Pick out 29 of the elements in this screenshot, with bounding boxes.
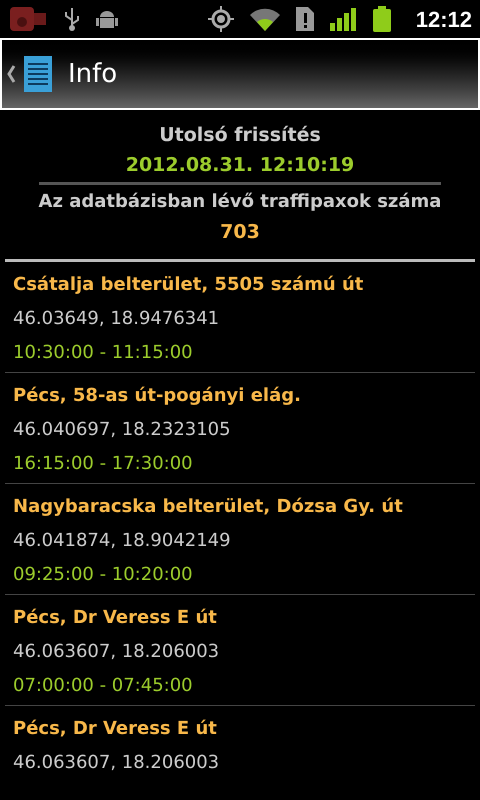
- camera-icon: [8, 5, 48, 33]
- coordinates: 46.040697, 18.2323105: [13, 418, 232, 442]
- count-value: 703: [220, 220, 260, 245]
- back-chevron-icon[interactable]: [6, 64, 16, 84]
- place-name: Pécs, 58-as út-pogányi elág.: [13, 384, 302, 408]
- time-range: 16:15:00 - 17:30:00: [13, 452, 194, 476]
- place-name: Pécs, Dr Veress E út: [13, 606, 218, 630]
- count-label: Az adatbázisban lévő traffipaxok száma: [38, 190, 442, 214]
- usb-icon: [64, 6, 80, 32]
- place-name: Pécs, Dr Veress E út: [13, 717, 218, 741]
- wifi-icon: [250, 7, 280, 31]
- sim-alert-icon: [296, 7, 314, 31]
- time-range: 10:30:00 - 11:15:00: [13, 341, 194, 365]
- coordinates: 46.063607, 18.206003: [13, 751, 220, 775]
- window-title: Info: [68, 58, 118, 90]
- battery-icon: [372, 6, 392, 32]
- signal-icon: [330, 7, 356, 31]
- clock: 12:12: [416, 6, 472, 34]
- coordinates: 46.041874, 18.9042149: [13, 529, 232, 553]
- update-value: 2012.08.31. 12:10:19: [126, 153, 354, 178]
- update-label: Utolsó frissítés: [159, 123, 321, 148]
- place-name: Csátalja belterület, 5505 számú út: [13, 273, 364, 297]
- document-icon: [24, 56, 52, 92]
- gps-icon: [208, 6, 234, 32]
- coordinates: 46.03649, 18.9476341: [13, 307, 220, 331]
- coordinates: 46.063607, 18.206003: [13, 640, 220, 664]
- time-range: 07:00:00 - 07:45:00: [13, 674, 194, 698]
- time-range: 09:25:00 - 10:20:00: [13, 563, 194, 587]
- place-name: Nagybaracska belterület, Dózsa Gy. út: [13, 495, 404, 519]
